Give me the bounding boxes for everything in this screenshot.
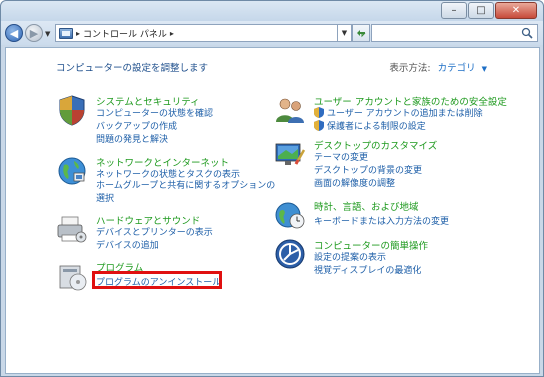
category-ease-of-access: コンピューターの簡単操作 設定の提案の表示 視覚ディスプレイの最適化: [274, 238, 494, 278]
minimize-button[interactable]: –: [441, 2, 467, 19]
breadcrumb-control-panel[interactable]: コントロール パネル: [83, 27, 167, 40]
chevron-down-icon[interactable]: ▼: [482, 65, 487, 73]
link-create-backup[interactable]: バックアップの作成: [96, 119, 177, 132]
link-view-network-status[interactable]: ネットワークの状態とタスクの表示: [96, 167, 240, 180]
programs-icon: [59, 265, 87, 291]
control-panel-icon: [59, 27, 73, 39]
category-title-clock-language-region[interactable]: 時計、言語、および地域: [314, 199, 419, 213]
highlight-box: [92, 271, 222, 289]
security-shield-icon: [59, 95, 85, 126]
control-panel-content: コンピューターの設定を調整します 表示方法: カテゴリ ▼ システムとセキュリテ…: [5, 47, 540, 374]
address-bar[interactable]: ▸ コントロール パネル ▸: [55, 24, 338, 42]
view-by-label: 表示方法:: [389, 63, 431, 74]
refresh-button[interactable]: [352, 24, 370, 42]
category-appearance: デスクトップのカスタマイズ テーマの変更 デスクトップの背景の変更 画面の解像度…: [274, 138, 494, 192]
link-check-computer-status[interactable]: コンピューターの状態を確認: [96, 106, 213, 119]
page-title: コンピューターの設定を調整します: [56, 63, 209, 74]
navigation-bar: ◀ ▶ ▼ ▸ コントロール パネル ▸ ▼: [1, 21, 543, 45]
window-buttons: – □ ✕: [441, 2, 537, 19]
link-optimize-visual-display[interactable]: 視覚ディスプレイの最適化: [314, 263, 421, 276]
address-dropdown-button[interactable]: ▼: [338, 24, 352, 42]
recent-pages-dropdown[interactable]: ▼: [45, 30, 50, 38]
maximize-button[interactable]: □: [468, 2, 494, 19]
close-button[interactable]: ✕: [495, 2, 537, 19]
desktop-personalization-icon: [275, 143, 306, 165]
link-get-recommendations[interactable]: 設定の提案の表示: [314, 250, 386, 263]
category-clock-language-region: 時計、言語、および地域 キーボードまたは入力方法の変更: [274, 199, 494, 235]
category-user-accounts: ユーザー アカウントと家族のための安全設定 ユーザー アカウントの追加または削除…: [274, 94, 534, 134]
link-parental-controls-label: 保護者による制限の設定: [327, 122, 426, 132]
search-input[interactable]: [371, 24, 538, 42]
forward-button[interactable]: ▶: [25, 24, 43, 42]
link-change-theme[interactable]: テーマの変更: [314, 150, 368, 163]
refresh-icon: [357, 30, 366, 38]
link-add-remove-user-accounts-label: ユーザー アカウントの追加または削除: [327, 109, 483, 119]
users-icon: [276, 98, 304, 123]
link-change-keyboard-input[interactable]: キーボードまたは入力方法の変更: [314, 214, 449, 227]
clock-globe-icon: [275, 202, 305, 229]
control-panel-window: – □ ✕ ◀ ▶ ▼ ▸ コントロール パネル ▸ ▼ コンピューターの設定を…: [0, 0, 544, 377]
link-change-desktop-background[interactable]: デスクトップの背景の変更: [314, 163, 422, 176]
ease-of-access-icon: [275, 239, 305, 269]
link-parental-controls[interactable]: 保護者による制限の設定: [314, 119, 426, 132]
search-icon: [521, 27, 533, 39]
breadcrumb-separator[interactable]: ▸: [170, 29, 174, 38]
title-bar[interactable]: – □ ✕: [1, 1, 543, 21]
category-network-internet: ネットワークとインターネット ネットワークの状態とタスクの表示 ホームグループと…: [56, 155, 286, 209]
printer-icon: [57, 216, 87, 243]
uac-shield-icon: [314, 107, 324, 118]
link-homegroup-sharing-options[interactable]: ホームグループと共有に関するオプションの選択: [96, 180, 276, 206]
back-button[interactable]: ◀: [5, 24, 23, 42]
breadcrumb-separator[interactable]: ▸: [76, 29, 80, 38]
link-adjust-screen-resolution[interactable]: 画面の解像度の調整: [314, 176, 395, 189]
category-system-security: システムとセキュリティ コンピューターの状態を確認 バックアップの作成 問題の発…: [56, 94, 256, 154]
link-add-remove-user-accounts[interactable]: ユーザー アカウントの追加または削除: [314, 106, 483, 119]
view-by-dropdown[interactable]: カテゴリ: [438, 63, 476, 74]
view-by-control: 表示方法: カテゴリ ▼: [389, 60, 487, 74]
uac-shield-icon: [314, 120, 324, 131]
link-add-device[interactable]: デバイスの追加: [96, 238, 159, 251]
link-troubleshoot[interactable]: 問題の発見と解決: [96, 132, 168, 145]
link-view-devices-printers[interactable]: デバイスとプリンターの表示: [96, 225, 213, 238]
network-globe-icon: [58, 157, 86, 185]
category-hardware-sound: ハードウェアとサウンド デバイスとプリンターの表示 デバイスの追加: [56, 213, 256, 253]
